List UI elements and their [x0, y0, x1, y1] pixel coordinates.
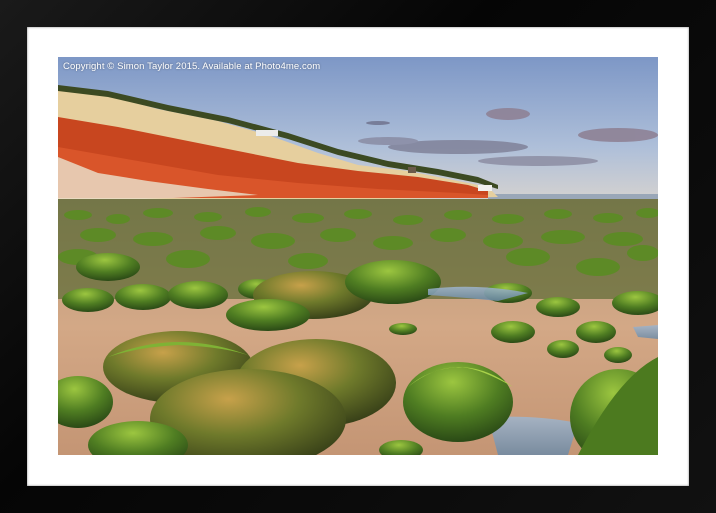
copyright-watermark: Copyright © Simon Taylor 2015. Available… — [63, 61, 321, 72]
beach-photo — [58, 57, 658, 455]
